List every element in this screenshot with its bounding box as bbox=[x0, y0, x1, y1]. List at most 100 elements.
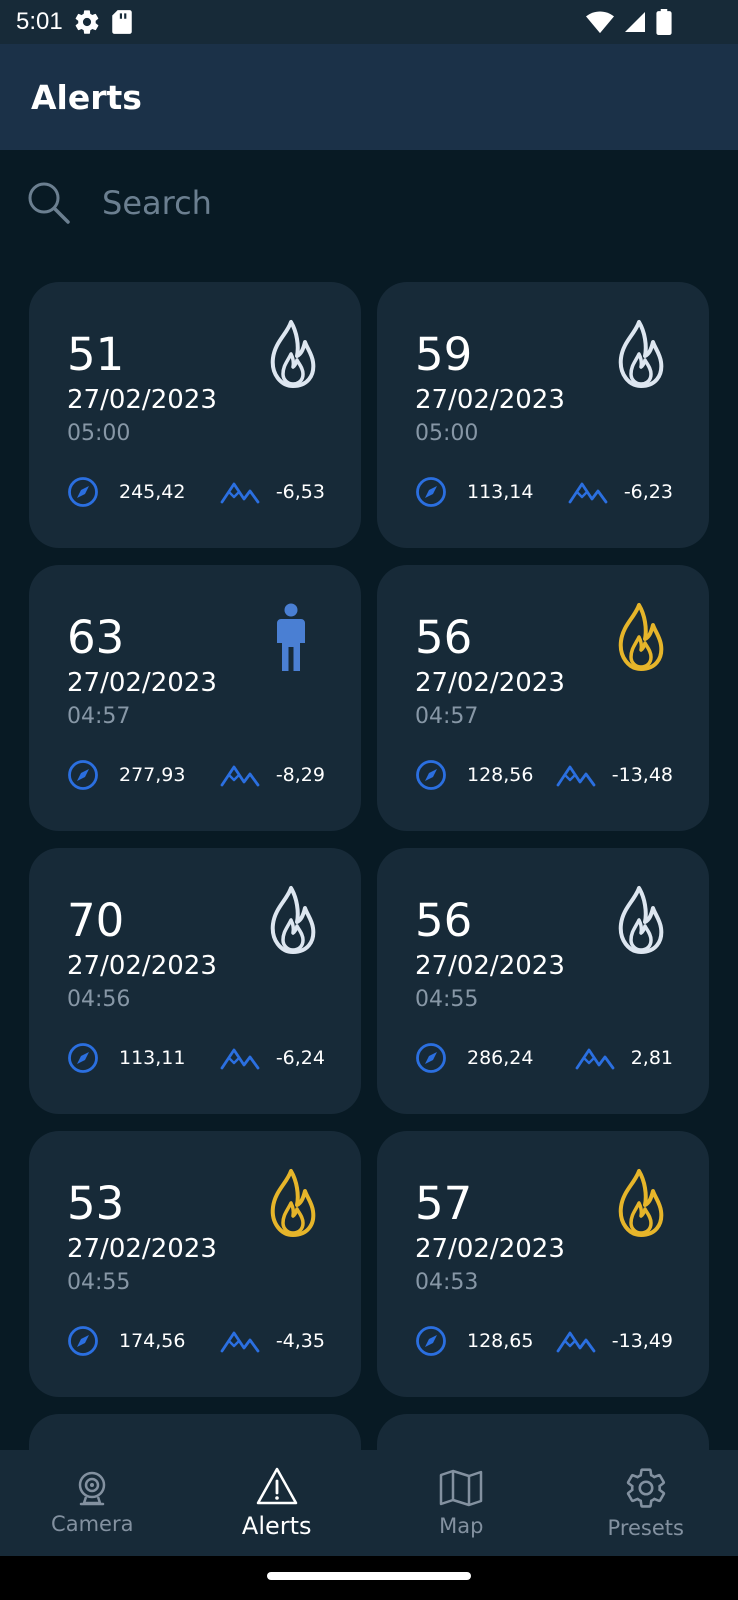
mountain-icon bbox=[568, 482, 608, 504]
elevation: -6,24 bbox=[220, 1045, 325, 1071]
nav-item-map[interactable]: Map bbox=[369, 1450, 554, 1556]
status-left: 5:01 bbox=[16, 8, 133, 36]
elevation-value: 2,81 bbox=[630, 1047, 673, 1069]
alert-time: 05:00 bbox=[415, 421, 479, 446]
alert-card[interactable]: 56 27/02/2023 04:57 128,56 -13,48 bbox=[377, 565, 709, 831]
elevation-value: -6,23 bbox=[623, 481, 673, 503]
fire-white-icon bbox=[618, 886, 664, 954]
alert-meta: 128,65 -13,49 bbox=[415, 1324, 673, 1358]
alert-card[interactable]: 63 27/02/2023 04:57 277,93 -8,29 bbox=[29, 565, 361, 831]
person-icon bbox=[277, 603, 305, 671]
alert-count: 56 bbox=[415, 611, 473, 664]
alert-date: 27/02/2023 bbox=[415, 951, 565, 981]
nav-item-presets[interactable]: Presets bbox=[554, 1450, 738, 1556]
search-input[interactable] bbox=[102, 183, 662, 222]
alert-date: 27/02/2023 bbox=[67, 385, 217, 415]
alert-card[interactable]: 57 27/02/2023 04:53 128,65 -13,49 bbox=[377, 1131, 709, 1397]
alert-time: 04:55 bbox=[415, 987, 479, 1012]
alert-time: 05:00 bbox=[67, 421, 131, 446]
elevation: -6,23 bbox=[568, 479, 673, 505]
azimuth-value: 113,14 bbox=[467, 481, 534, 503]
alert-type bbox=[263, 884, 319, 956]
alert-type bbox=[611, 318, 667, 390]
wifi-icon bbox=[586, 11, 614, 34]
compass-icon bbox=[68, 477, 98, 507]
battery-icon bbox=[656, 9, 672, 35]
azimuth: 113,14 bbox=[415, 476, 533, 508]
alert-count: 59 bbox=[415, 328, 473, 381]
elevation-value: -13,48 bbox=[611, 764, 673, 786]
signal-icon bbox=[625, 12, 645, 32]
search-bar[interactable] bbox=[0, 150, 738, 255]
azimuth: 286,24 bbox=[415, 1042, 533, 1074]
azimuth: 128,56 bbox=[415, 759, 533, 791]
alert-type bbox=[263, 318, 319, 390]
elevation: -8,29 bbox=[220, 762, 325, 788]
fire-yellow-icon bbox=[618, 1169, 664, 1237]
fire-white-icon bbox=[618, 320, 664, 388]
camera-icon bbox=[79, 1471, 106, 1506]
elevation: -13,48 bbox=[556, 762, 673, 788]
alert-date: 27/02/2023 bbox=[415, 668, 565, 698]
elevation: -6,53 bbox=[220, 479, 325, 505]
map-icon bbox=[440, 1469, 483, 1507]
elevation: -4,35 bbox=[220, 1328, 325, 1354]
alert-card[interactable] bbox=[377, 1414, 709, 1450]
alert-card[interactable]: 70 27/02/2023 04:56 113,11 -6,24 bbox=[29, 848, 361, 1114]
fire-white-icon bbox=[270, 886, 316, 954]
search-icon bbox=[28, 182, 70, 224]
alert-date: 27/02/2023 bbox=[415, 385, 565, 415]
compass-icon bbox=[416, 477, 446, 507]
alert-meta: 113,14 -6,23 bbox=[415, 475, 673, 509]
compass-icon bbox=[68, 1043, 98, 1073]
alert-count: 56 bbox=[415, 894, 473, 947]
mountain-icon bbox=[220, 765, 260, 787]
alert-type bbox=[263, 601, 319, 673]
nav-item-alerts[interactable]: Alerts bbox=[185, 1450, 370, 1556]
compass-icon bbox=[416, 1326, 446, 1356]
alert-card[interactable]: 53 27/02/2023 04:55 174,56 -4,35 bbox=[29, 1131, 361, 1397]
fire-yellow-icon bbox=[618, 603, 664, 671]
alert-meta: 113,11 -6,24 bbox=[67, 1041, 325, 1075]
alert-type bbox=[611, 1167, 667, 1239]
alert-date: 27/02/2023 bbox=[67, 668, 217, 698]
compass-icon bbox=[68, 760, 98, 790]
alerts-grid[interactable]: 51 27/02/2023 05:00 245,42 -6,53 59 27/02/2023… bbox=[29, 282, 710, 1450]
fire-white-icon bbox=[270, 320, 316, 388]
alert-triangle-icon bbox=[256, 1467, 297, 1505]
page-title: Alerts bbox=[31, 77, 142, 117]
alert-meta: 277,93 -8,29 bbox=[67, 758, 325, 792]
status-time: 5:01 bbox=[16, 8, 63, 35]
azimuth: 113,11 bbox=[67, 1042, 185, 1074]
alert-time: 04:57 bbox=[415, 704, 479, 729]
nav-label-alerts: Alerts bbox=[241, 1512, 312, 1540]
azimuth-value: 113,11 bbox=[119, 1047, 186, 1069]
alert-count: 70 bbox=[67, 894, 125, 947]
mountain-icon bbox=[220, 482, 260, 504]
nav-label-camera: Camera bbox=[51, 1512, 134, 1536]
nav-item-camera[interactable]: Camera bbox=[0, 1450, 185, 1556]
status-right bbox=[586, 9, 722, 35]
alert-card[interactable] bbox=[29, 1414, 361, 1450]
alert-card[interactable]: 51 27/02/2023 05:00 245,42 -6,53 bbox=[29, 282, 361, 548]
gesture-handle[interactable] bbox=[267, 1572, 471, 1580]
nav-label-presets: Presets bbox=[607, 1516, 684, 1540]
alert-meta: 245,42 -6,53 bbox=[67, 475, 325, 509]
alert-time: 04:57 bbox=[67, 704, 131, 729]
azimuth: 277,93 bbox=[67, 759, 185, 791]
mountain-icon bbox=[556, 1331, 596, 1353]
azimuth-value: 128,56 bbox=[467, 764, 534, 786]
alert-time: 04:53 bbox=[415, 1270, 479, 1295]
alert-count: 63 bbox=[67, 611, 125, 664]
mountain-icon bbox=[575, 1048, 615, 1070]
alert-meta: 128,56 -13,48 bbox=[415, 758, 673, 792]
sd-card-icon bbox=[111, 10, 132, 34]
alert-card[interactable]: 56 27/02/2023 04:55 286,24 2,81 bbox=[377, 848, 709, 1114]
alert-count: 53 bbox=[67, 1177, 125, 1230]
alert-card[interactable]: 59 27/02/2023 05:00 113,14 -6,23 bbox=[377, 282, 709, 548]
mountain-icon bbox=[220, 1331, 260, 1353]
alert-date: 27/02/2023 bbox=[415, 1234, 565, 1264]
alert-meta: 286,24 2,81 bbox=[415, 1041, 673, 1075]
compass-icon bbox=[68, 1326, 98, 1356]
fire-yellow-icon bbox=[270, 1169, 316, 1237]
